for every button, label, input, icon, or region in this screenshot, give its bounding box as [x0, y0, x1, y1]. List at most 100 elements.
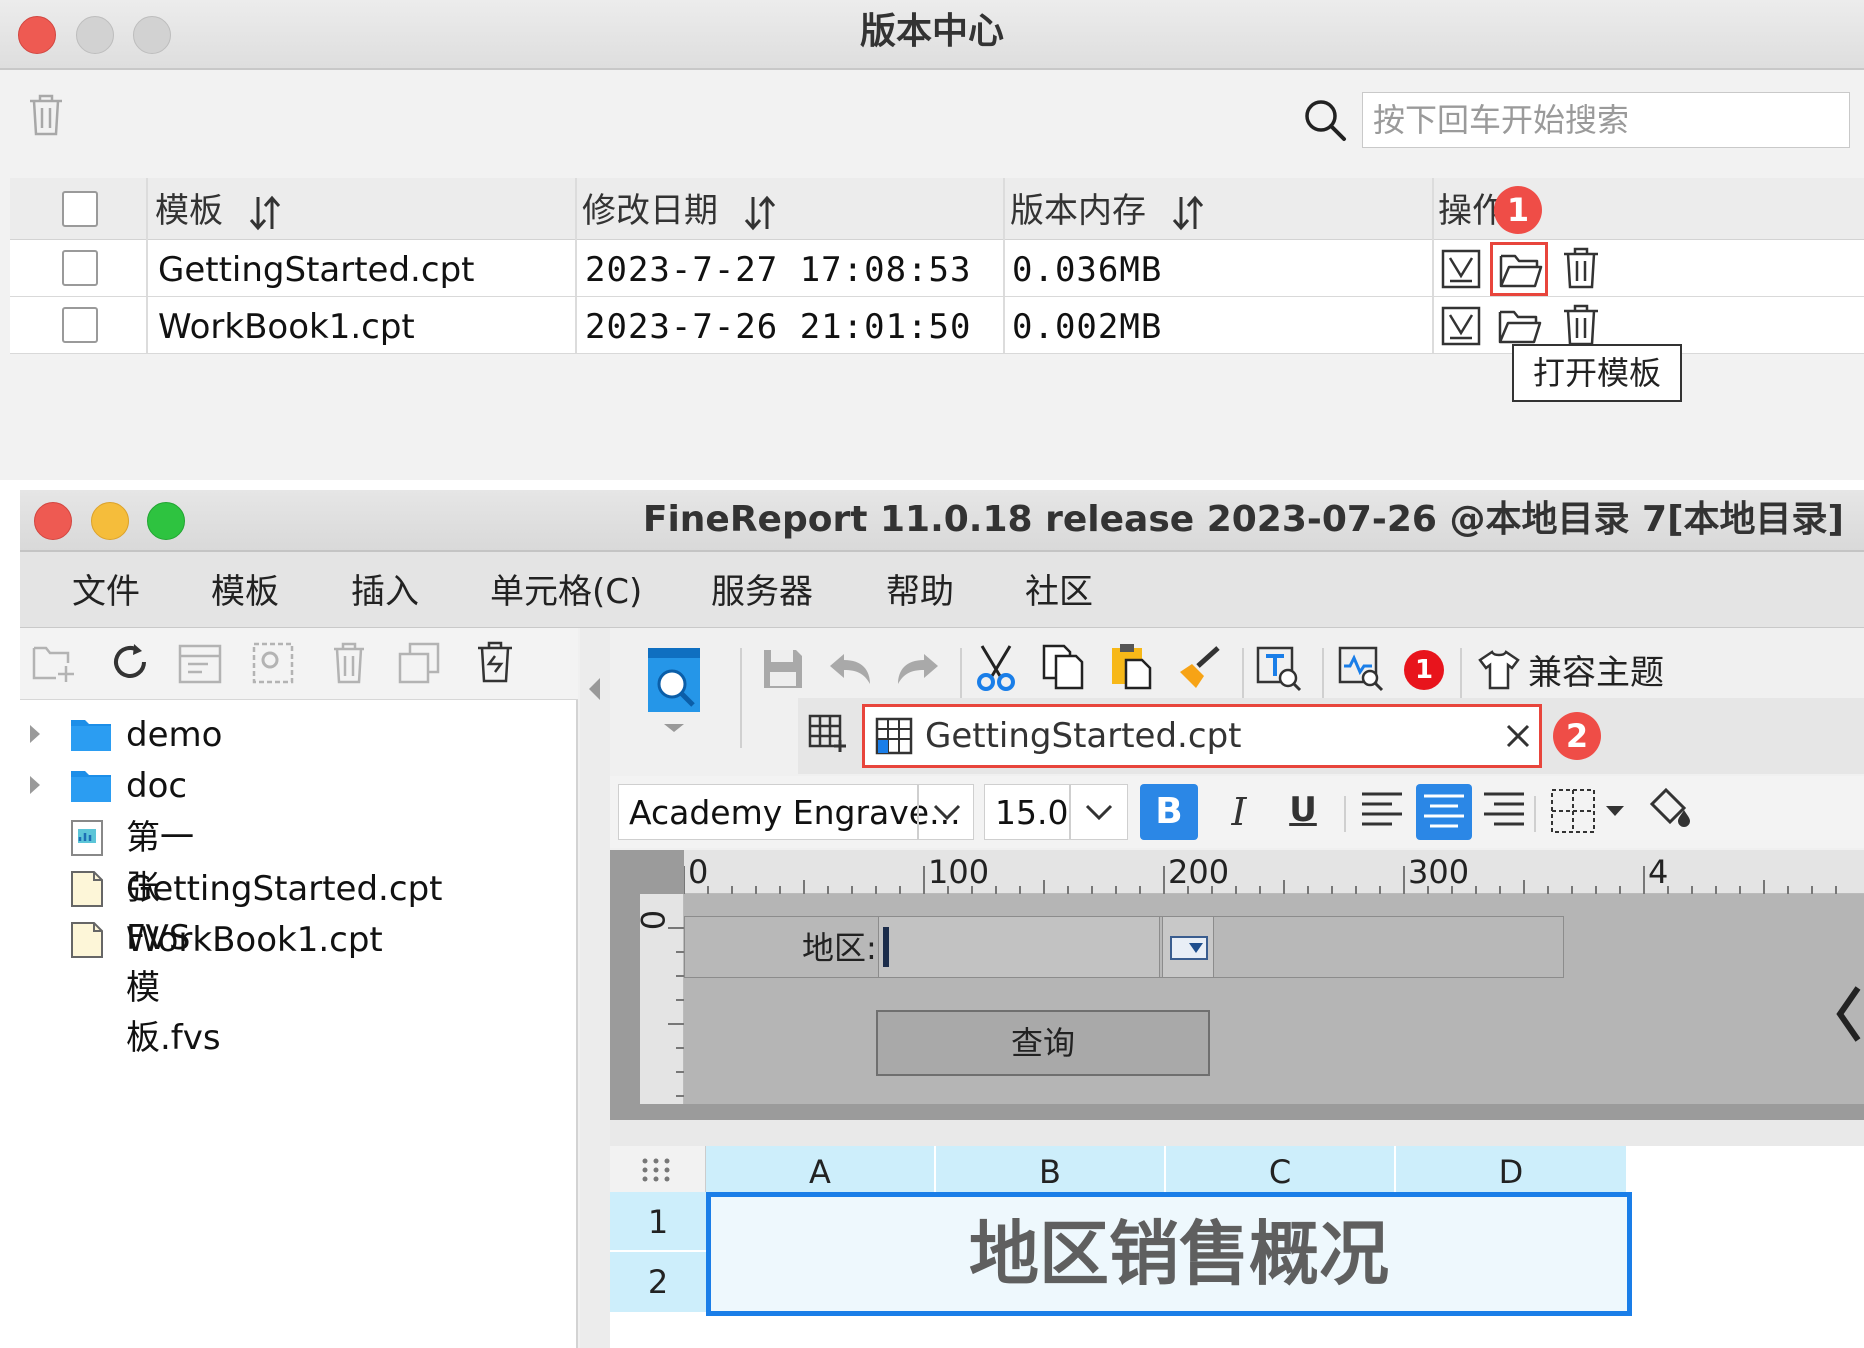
italic-button[interactable]: I: [1210, 784, 1268, 840]
window-title: 版本中心: [859, 11, 1004, 52]
combobox-dropdown-button[interactable]: [1162, 916, 1214, 978]
column-header-b[interactable]: B: [936, 1146, 1166, 1192]
finereport-titlebar: FineReport 11.0.18 release 2023-07-26 @本…: [20, 490, 1864, 552]
font-family-select[interactable]: Academy Engrave...: [618, 784, 974, 840]
refresh-icon[interactable]: [108, 640, 152, 684]
row-checkbox[interactable]: [62, 307, 98, 343]
menu-cell[interactable]: 单元格(C): [490, 552, 642, 628]
new-template-icon[interactable]: [808, 714, 848, 754]
modified-date: 2023-7-27 17:08:53: [585, 250, 972, 290]
menu-insert[interactable]: 插入: [351, 552, 419, 628]
column-header-template[interactable]: 模板: [155, 178, 282, 240]
version-center-window: 版本中心 模板 修改日期 版本内存 操作 GettingStarted.cpt …: [0, 0, 1864, 480]
undo-icon[interactable]: [828, 652, 872, 688]
table-row[interactable]: GettingStarted.cpt 2023-7-27 17:08:53 0.…: [10, 240, 1864, 297]
row-header-1[interactable]: 1: [610, 1192, 706, 1252]
expand-arrow-icon[interactable]: [28, 723, 42, 745]
open-template-button[interactable]: [1490, 242, 1548, 296]
align-center-button[interactable]: [1416, 784, 1472, 840]
performance-check-icon[interactable]: [1338, 646, 1384, 692]
row-header-2[interactable]: 2: [610, 1252, 706, 1312]
folder-open-icon[interactable]: [1498, 307, 1542, 345]
chevron-down-icon: [933, 803, 961, 821]
row-checkbox[interactable]: [62, 250, 98, 286]
align-left-icon[interactable]: [1360, 790, 1404, 830]
column-header-size[interactable]: 版本内存: [1010, 178, 1205, 240]
preview-icon[interactable]: [646, 646, 706, 732]
vertical-ruler: 0: [633, 894, 684, 1104]
sort-icon[interactable]: [1171, 195, 1205, 231]
redo-icon[interactable]: [896, 652, 940, 688]
tab-gettingstarted[interactable]: GettingStarted.cpt: [862, 704, 1542, 768]
copy-icon[interactable]: [398, 642, 440, 684]
paste-icon[interactable]: [1110, 642, 1152, 690]
align-right-icon[interactable]: [1482, 790, 1526, 830]
version-size: 0.002MB: [1012, 307, 1163, 347]
finereport-window: FineReport 11.0.18 release 2023-07-26 @本…: [20, 490, 1864, 1348]
select-all-checkbox[interactable]: [62, 191, 98, 227]
query-button[interactable]: 查询: [876, 1010, 1210, 1076]
menu-file[interactable]: 文件: [72, 552, 140, 628]
template-name: WorkBook1.cpt: [158, 307, 415, 347]
zoom-window-button[interactable]: [147, 502, 185, 540]
trash-icon[interactable]: [332, 642, 366, 684]
menu-server[interactable]: 服务器: [711, 552, 813, 628]
border-dropdown-icon[interactable]: [1604, 804, 1626, 818]
copy-icon[interactable]: [1042, 644, 1084, 690]
minimize-window-button[interactable]: [91, 502, 129, 540]
dropdown-icon: [1169, 935, 1209, 961]
menu-bar: 文件 模板 插入 单元格(C) 服务器 帮助 社区: [20, 552, 1864, 628]
bold-button[interactable]: B: [1140, 784, 1198, 840]
parameter-pane: 0 100 200 300 4 0 地区: 查询: [610, 850, 1864, 1120]
restore-version-icon[interactable]: [1440, 248, 1482, 290]
scroll-arrow-icon[interactable]: [1832, 984, 1862, 1044]
menu-community[interactable]: 社区: [1025, 552, 1093, 628]
restore-version-icon[interactable]: [1440, 305, 1482, 347]
shirt-icon: [1478, 650, 1520, 690]
window-title: FineReport 11.0.18 release 2023-07-26 @本…: [642, 499, 1844, 540]
step-badge-2: 2: [1553, 712, 1601, 760]
trash-icon[interactable]: [28, 94, 64, 136]
menu-help[interactable]: 帮助: [886, 552, 954, 628]
column-header-d[interactable]: D: [1396, 1146, 1626, 1192]
format-painter-icon[interactable]: [1178, 644, 1222, 690]
notification-badge[interactable]: 1: [1404, 650, 1444, 690]
column-header-a[interactable]: A: [706, 1146, 936, 1192]
sort-icon[interactable]: [248, 195, 282, 231]
trash-icon[interactable]: [1562, 303, 1600, 347]
font-size-select[interactable]: 15.0: [984, 784, 1128, 840]
collapse-panel-handle[interactable]: [580, 628, 610, 1348]
parameter-form: 地区: 查询: [684, 894, 1864, 1104]
grid-dots-icon: [642, 1158, 672, 1182]
designer-area: 1 兼容主题 GettingStarted.cpt 2 Academy Engr…: [610, 628, 1864, 1348]
expand-arrow-icon[interactable]: [28, 774, 42, 796]
column-header-date[interactable]: 修改日期: [582, 178, 777, 240]
save-icon[interactable]: [762, 648, 804, 690]
close-window-button[interactable]: [34, 502, 72, 540]
close-tab-icon[interactable]: [1505, 723, 1531, 749]
text-search-icon[interactable]: [1256, 646, 1302, 692]
underline-button[interactable]: U: [1274, 784, 1332, 840]
border-icon[interactable]: [1550, 788, 1596, 834]
cut-icon[interactable]: [974, 644, 1018, 692]
collapse-left-icon: [586, 676, 602, 702]
settings-icon[interactable]: [252, 642, 296, 684]
grid-corner[interactable]: [610, 1146, 706, 1192]
template-info-icon[interactable]: [178, 644, 222, 684]
region-combobox[interactable]: [878, 916, 1160, 978]
tooltip-open-template: 打开模板: [1512, 344, 1682, 402]
step-badge-1: 1: [1494, 186, 1542, 234]
search-icon[interactable]: [1303, 98, 1347, 142]
sort-icon[interactable]: [743, 195, 777, 231]
cpt-file-icon: [70, 921, 104, 959]
fill-color-icon[interactable]: [1648, 786, 1694, 832]
menu-template[interactable]: 模板: [211, 552, 279, 628]
template-name: GettingStarted.cpt: [158, 250, 475, 290]
search-input[interactable]: [1362, 92, 1850, 148]
column-header-c[interactable]: C: [1166, 1146, 1396, 1192]
chevron-down-icon: [1085, 803, 1113, 821]
version-center-icon[interactable]: [476, 640, 514, 684]
trash-icon[interactable]: [1562, 246, 1600, 290]
merged-title-cell[interactable]: 地区销售概况: [706, 1192, 1632, 1316]
new-folder-icon[interactable]: [32, 642, 76, 684]
